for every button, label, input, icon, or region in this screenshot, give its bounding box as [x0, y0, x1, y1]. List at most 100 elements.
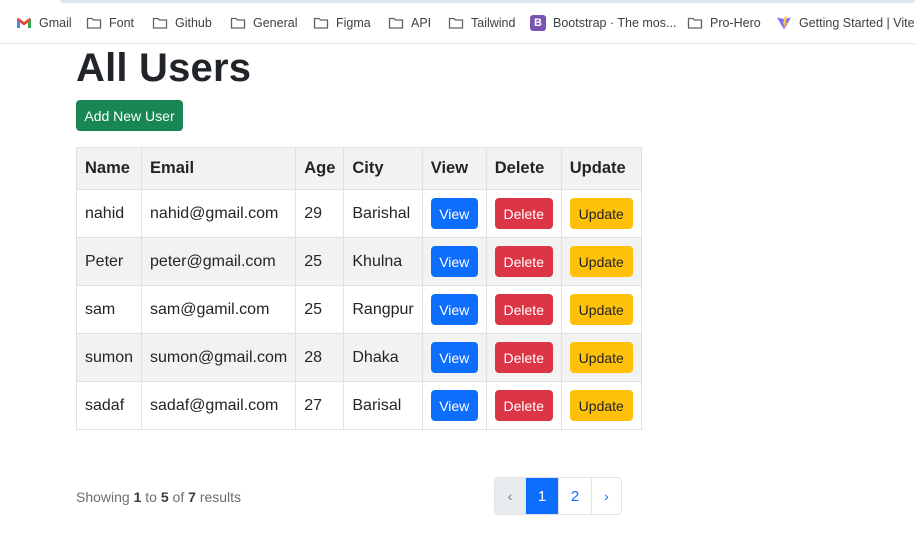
bookmark-pro-hero[interactable]: Pro-Hero	[687, 14, 761, 32]
bookmark-label: General	[253, 16, 298, 30]
pagination-prev-button[interactable]: ‹	[495, 478, 526, 514]
cell-delete: Delete	[485, 285, 562, 334]
cell-age: 25	[295, 237, 345, 286]
bookmark-label: Bootstrap · The mos...	[553, 16, 677, 30]
cell-update: Update	[560, 237, 642, 286]
update-button[interactable]: Update	[569, 246, 633, 277]
bookmarks-bar: Gmail Font Github General Figma API Tail…	[0, 0, 915, 44]
table-row: sadaf sadaf@gmail.com 27 Barisal View De…	[75, 381, 642, 430]
tab-strip-edge	[60, 0, 915, 3]
folder-icon	[86, 15, 102, 31]
cell-delete: Delete	[485, 237, 562, 286]
header-email: Email	[141, 147, 297, 190]
cell-email: sam@gamil.com	[141, 285, 297, 334]
showing-to-word: to	[145, 489, 157, 505]
results-summary: Showing 1 to 5 of 7 results	[76, 489, 241, 505]
bookmark-general[interactable]: General	[230, 14, 297, 32]
showing-to: 5	[160, 489, 169, 505]
folder-icon	[230, 15, 246, 31]
cell-view: View	[421, 285, 487, 334]
header-city: City	[343, 147, 423, 190]
header-age: Age	[295, 147, 345, 190]
showing-of-word: of	[172, 489, 185, 505]
delete-button[interactable]: Delete	[494, 198, 553, 229]
vite-icon	[776, 15, 792, 31]
table-row: sam sam@gamil.com 25 Rangpur View Delete…	[75, 285, 642, 334]
view-button[interactable]: View	[430, 390, 478, 421]
bookmark-tailwind[interactable]: Tailwind	[448, 14, 515, 32]
folder-icon	[448, 15, 464, 31]
view-button[interactable]: View	[430, 342, 478, 373]
showing-total: 7	[188, 489, 196, 505]
cell-email: sumon@gmail.com	[141, 333, 297, 382]
cell-delete: Delete	[485, 333, 562, 382]
table-row: sumon sumon@gmail.com 28 Dhaka View Dele…	[75, 333, 642, 382]
bookmark-font[interactable]: Font	[86, 14, 134, 32]
bookmark-github[interactable]: Github	[152, 14, 212, 32]
folder-icon	[152, 15, 168, 31]
update-button[interactable]: Update	[569, 198, 633, 229]
cell-delete: Delete	[485, 189, 562, 238]
cell-update: Update	[560, 381, 642, 430]
bookmark-label: Pro-Hero	[710, 16, 761, 30]
view-button[interactable]: View	[430, 294, 478, 325]
showing-results-word: results	[199, 489, 242, 505]
cell-email: sadaf@gmail.com	[141, 381, 297, 430]
view-button[interactable]: View	[430, 198, 478, 229]
cell-name: sumon	[75, 333, 143, 382]
cell-city: Barisal	[343, 381, 423, 430]
bootstrap-icon: B	[530, 15, 546, 31]
cell-view: View	[421, 189, 487, 238]
pagination-next-button[interactable]: ›	[592, 478, 621, 514]
delete-button[interactable]: Delete	[494, 294, 553, 325]
bookmark-api[interactable]: API	[388, 14, 431, 32]
cell-name: sadaf	[75, 381, 143, 430]
cell-update: Update	[560, 285, 642, 334]
showing-prefix: Showing	[76, 489, 130, 505]
cell-age: 25	[295, 285, 345, 334]
showing-from: 1	[133, 489, 142, 505]
cell-update: Update	[560, 189, 642, 238]
delete-button[interactable]: Delete	[494, 246, 553, 277]
bookmark-figma[interactable]: Figma	[313, 14, 371, 32]
update-button[interactable]: Update	[569, 342, 633, 373]
update-button[interactable]: Update	[569, 294, 633, 325]
cell-city: Khulna	[343, 237, 423, 286]
pagination-page-1[interactable]: 1	[526, 478, 559, 514]
cell-view: View	[421, 333, 487, 382]
cell-email: nahid@gmail.com	[141, 189, 297, 238]
folder-icon	[313, 15, 329, 31]
header-view: View	[421, 147, 487, 190]
cell-city: Rangpur	[343, 285, 423, 334]
bookmark-gmail[interactable]: Gmail	[16, 14, 72, 32]
cell-update: Update	[560, 333, 642, 382]
gmail-icon	[16, 15, 32, 31]
delete-button[interactable]: Delete	[494, 390, 553, 421]
bookmark-bootstrap[interactable]: B Bootstrap · The mos...	[530, 14, 676, 32]
cell-name: nahid	[75, 189, 143, 238]
bookmark-label: Getting Started | Vite	[799, 16, 915, 30]
table-header-row: Name Email Age City View Delete Update	[75, 147, 642, 190]
add-new-user-button[interactable]: Add New User	[76, 100, 183, 131]
cell-age: 28	[295, 333, 345, 382]
table-row: Peter peter@gmail.com 25 Khulna View Del…	[75, 237, 642, 286]
view-button[interactable]: View	[430, 246, 478, 277]
cell-city: Dhaka	[343, 333, 423, 382]
update-button[interactable]: Update	[569, 390, 633, 421]
bookmark-label: Github	[175, 16, 212, 30]
delete-button[interactable]: Delete	[494, 342, 553, 373]
folder-icon	[388, 15, 404, 31]
bookmark-label: API	[411, 16, 432, 30]
bookmark-vite[interactable]: Getting Started | Vite	[776, 14, 915, 32]
pagination: ‹ 1 2 ›	[494, 477, 622, 515]
pagination-page-2[interactable]: 2	[559, 478, 592, 514]
table-row: nahid nahid@gmail.com 29 Barishal View D…	[75, 189, 642, 238]
page-title: All Users	[76, 46, 252, 90]
folder-icon	[687, 15, 703, 31]
bookmark-label: Font	[109, 16, 135, 30]
cell-delete: Delete	[485, 381, 562, 430]
bookmark-label: Tailwind	[471, 16, 516, 30]
cell-view: View	[421, 381, 487, 430]
cell-email: peter@gmail.com	[141, 237, 297, 286]
header-update: Update	[560, 147, 642, 190]
